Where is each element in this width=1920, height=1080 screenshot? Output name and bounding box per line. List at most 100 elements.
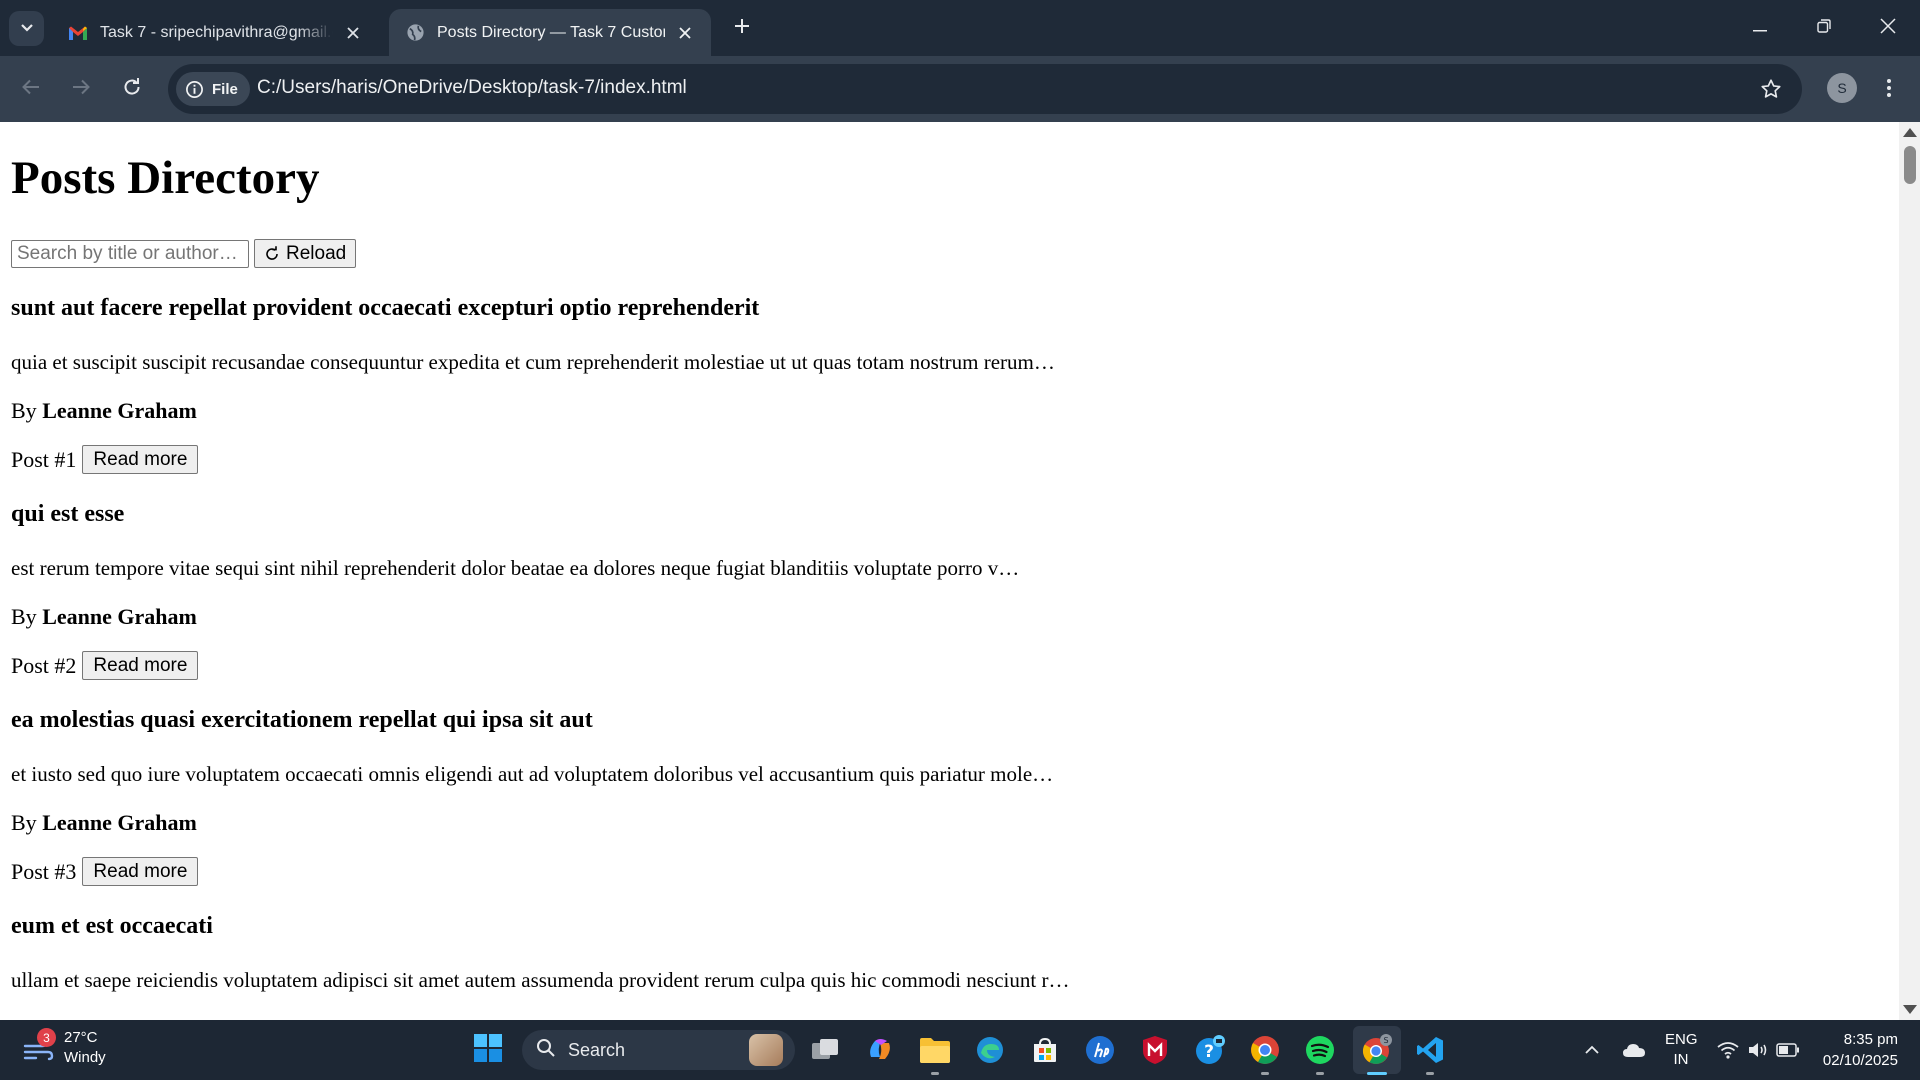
globe-icon: [405, 23, 425, 43]
info-icon: [185, 80, 204, 99]
by-label: By: [11, 604, 37, 629]
browser-toolbar: File C:/Users/haris/OneDrive/Desktop/tas…: [0, 56, 1920, 122]
spotify-icon[interactable]: [1302, 1032, 1338, 1075]
read-more-button[interactable]: Read more: [82, 857, 199, 886]
refresh-icon: [122, 77, 142, 102]
by-label: By: [11, 398, 37, 423]
running-indicator: [1426, 1072, 1434, 1075]
post-footer: Post #1 Read more: [11, 445, 1888, 474]
search-icon: [536, 1038, 556, 1063]
start-button[interactable]: [470, 1032, 506, 1068]
post-footer: Post #2 Read more: [11, 651, 1888, 680]
search-controls: Reload: [11, 239, 1888, 268]
post-number: Post #3: [11, 858, 77, 884]
clock-time: 8:35 pm: [1843, 1031, 1898, 1048]
more-options-icon[interactable]: [1874, 73, 1904, 103]
post-number: Post #2: [11, 652, 77, 678]
edge-icon[interactable]: [972, 1032, 1008, 1068]
tab-posts-directory[interactable]: Posts Directory — Task 7 Custom: [389, 9, 711, 56]
hp-icon[interactable]: [1082, 1032, 1118, 1068]
temperature: 27°C: [64, 1029, 98, 1046]
language-indicator[interactable]: ENG IN: [1665, 1030, 1698, 1070]
chrome-icon[interactable]: [1247, 1032, 1283, 1075]
tab-gmail[interactable]: Task 7 - sripechipavithra@gmail.com: [52, 9, 379, 56]
author-name: Leanne Graham: [42, 810, 197, 835]
post-excerpt: est rerum tempore vitae sequi sint nihil…: [11, 556, 1020, 580]
reload-button[interactable]: Reload: [254, 239, 357, 268]
minimize-button[interactable]: [1740, 10, 1780, 46]
close-tab-icon[interactable]: [343, 23, 363, 43]
windows-taskbar: 3 27°C Windy Search ? S ENG IN 8:35 pm 0…: [0, 1020, 1920, 1080]
scrollbar-thumb[interactable]: [1904, 146, 1916, 184]
post-footer: Post #3 Read more: [11, 857, 1888, 886]
vertical-scrollbar[interactable]: [1899, 122, 1920, 1020]
file-explorer-icon[interactable]: [917, 1032, 953, 1075]
notification-badge: 3: [37, 1028, 56, 1047]
by-label: By: [11, 810, 37, 835]
post-item: sunt aut facere repellat provident occae…: [11, 294, 1888, 474]
chrome-profile-badge: S: [1383, 1036, 1388, 1045]
reload-page-button[interactable]: [114, 71, 150, 107]
language-code: ENG: [1665, 1031, 1698, 1048]
post-item: eum et est occaecati ullam et saepe reic…: [11, 912, 1888, 994]
running-indicator: [1261, 1072, 1269, 1075]
page-title: Posts Directory: [11, 152, 320, 204]
close-window-button[interactable]: [1868, 10, 1908, 46]
post-item: qui est esse est rerum tempore vitae seq…: [11, 500, 1888, 680]
author-name: Leanne Graham: [42, 604, 197, 629]
new-tab-button[interactable]: [728, 14, 756, 42]
scroll-up-arrow-icon[interactable]: [1903, 128, 1917, 137]
task-view-icon[interactable]: [808, 1032, 844, 1068]
running-indicator: [1316, 1072, 1324, 1075]
tab-search-button[interactable]: [9, 11, 44, 46]
chip-label: File: [212, 80, 238, 98]
onedrive-cloud-icon[interactable]: [1614, 1032, 1654, 1068]
profile-avatar[interactable]: S: [1827, 73, 1857, 103]
battery-icon[interactable]: [1768, 1032, 1808, 1068]
post-title: eum et est occaecati: [11, 913, 213, 939]
forward-button[interactable]: [63, 71, 99, 107]
gmail-icon: [68, 23, 88, 43]
search-highlight-image: [749, 1034, 783, 1066]
post-author: By Leanne Graham: [11, 809, 1888, 836]
clock-date: 02/10/2025: [1822, 1052, 1898, 1069]
read-more-button[interactable]: Read more: [82, 445, 199, 474]
reload-label: Reload: [286, 242, 347, 264]
region-code: IN: [1673, 1051, 1689, 1068]
read-more-button[interactable]: Read more: [82, 651, 199, 680]
site-info-chip[interactable]: File: [176, 72, 250, 106]
show-hidden-icons-chevron-icon[interactable]: [1574, 1032, 1610, 1068]
wind-icon: 3: [22, 1028, 56, 1065]
post-excerpt: et iusto sed quo iure voluptatem occaeca…: [11, 762, 1054, 786]
tab-title: Posts Directory — Task 7 Custom: [437, 23, 665, 41]
author-name: Leanne Graham: [42, 398, 197, 423]
url-text[interactable]: C:/Users/haris/OneDrive/Desktop/task-7/i…: [257, 77, 687, 99]
reload-icon: [264, 245, 280, 262]
close-icon: [1880, 17, 1896, 39]
running-indicator: [931, 1072, 939, 1075]
copilot-icon[interactable]: [862, 1032, 898, 1068]
windows-logo-icon: [473, 1033, 503, 1068]
microsoft-store-icon[interactable]: [1027, 1032, 1063, 1068]
search-label: Search: [568, 1039, 626, 1060]
scroll-down-arrow-icon[interactable]: [1903, 1005, 1917, 1014]
restore-icon: [1817, 18, 1831, 38]
weather-widget[interactable]: 3 27°C Windy: [22, 1028, 106, 1068]
close-tab-icon[interactable]: [675, 23, 695, 43]
system-clock[interactable]: 8:35 pm 02/10/2025: [1823, 1029, 1898, 1071]
minimize-icon: [1753, 19, 1767, 37]
restore-button[interactable]: [1804, 10, 1844, 46]
search-input[interactable]: [11, 239, 249, 268]
bookmark-star-icon[interactable]: [1758, 76, 1784, 102]
tab-title: Task 7 - sripechipavithra@gmail.com: [100, 23, 333, 41]
post-author: By Leanne Graham: [11, 397, 1888, 424]
post-title: ea molestias quasi exercitationem repell…: [11, 707, 593, 733]
chrome-active-icon[interactable]: S: [1359, 1032, 1395, 1075]
help-icon[interactable]: ?: [1192, 1032, 1228, 1068]
back-button[interactable]: [13, 71, 49, 107]
vscode-icon[interactable]: [1412, 1032, 1448, 1075]
post-excerpt: quia et suscipit suscipit recusandae con…: [11, 350, 1055, 374]
address-bar[interactable]: File C:/Users/haris/OneDrive/Desktop/tas…: [168, 64, 1802, 114]
taskbar-search[interactable]: Search: [522, 1030, 795, 1070]
mcafee-icon[interactable]: [1137, 1032, 1173, 1068]
